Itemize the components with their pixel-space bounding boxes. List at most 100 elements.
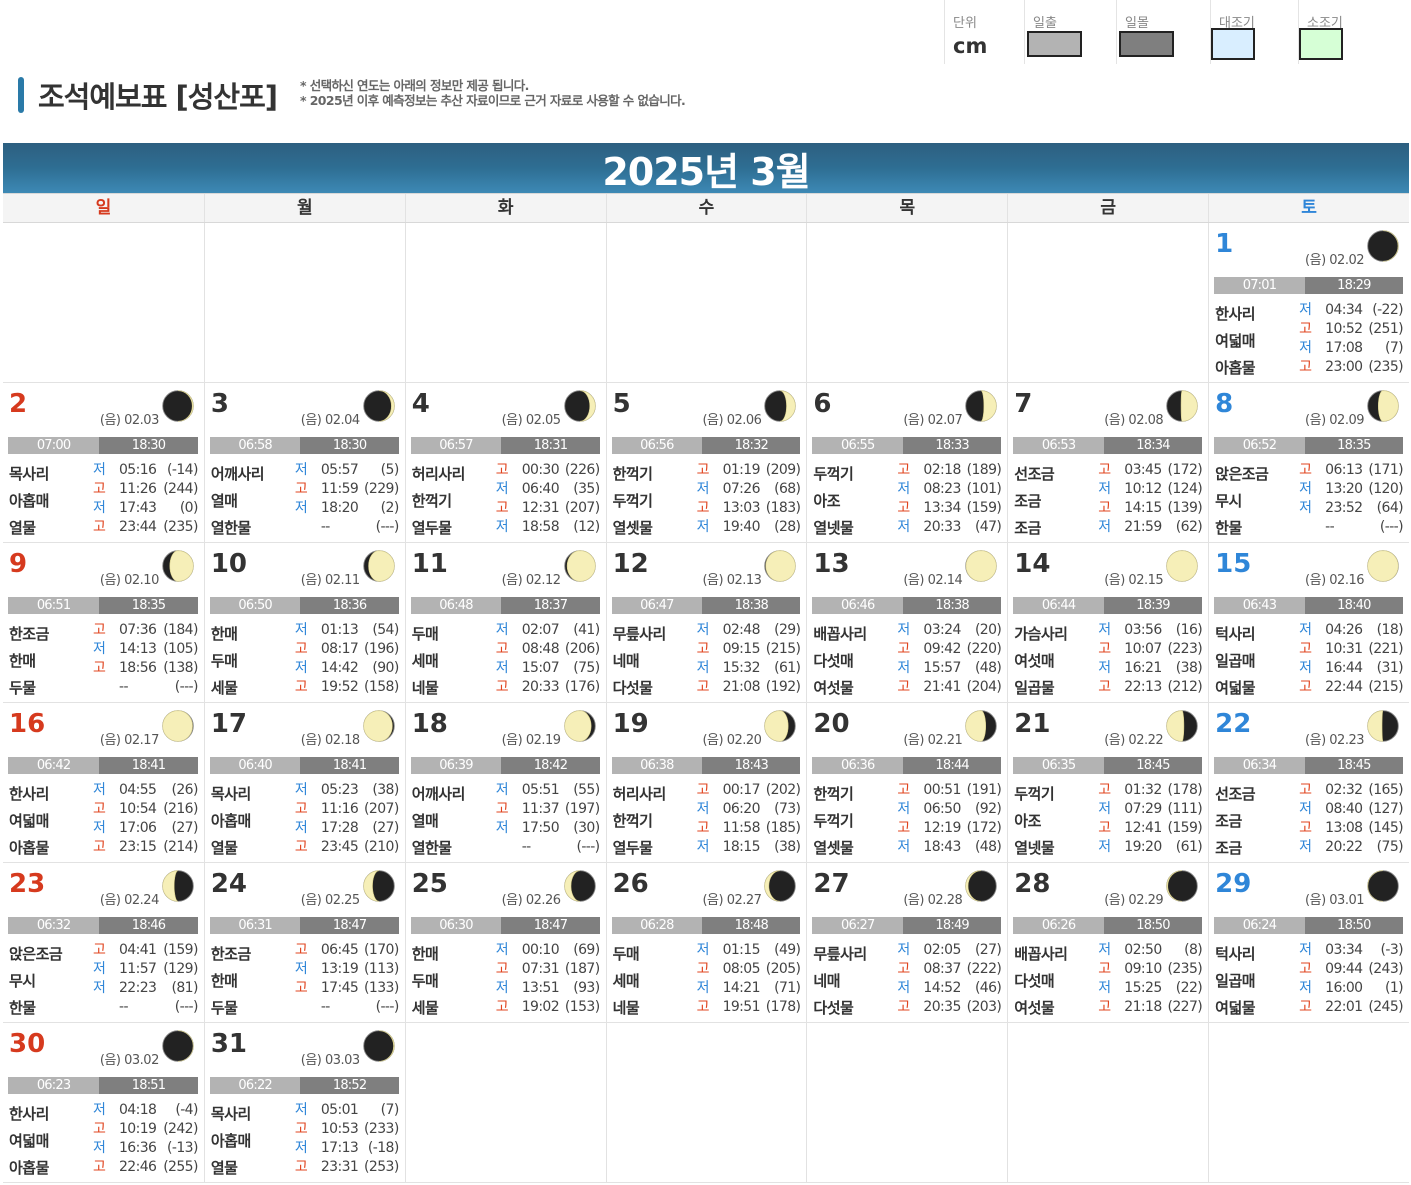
day-cell[interactable]: 11 (음) 02.12 06:48 18:37 두매 세매 네물 저 02:07 (41) 고 08… (404, 543, 606, 703)
tide-height: (176) (564, 679, 600, 695)
tide-table: 고 00:30 (226) 저 06:40 (35) 고 12:31 (207) 저 18:58 (1… (496, 461, 600, 537)
tide-type: 저 (696, 839, 710, 855)
day-cell[interactable]: 20 (음) 02.21 06:36 18:44 한꺽기 두꺽기 열셋물 고 00:51 (191… (806, 703, 1008, 863)
day-cell[interactable]: 17 (음) 02.18 06:40 18:41 목사리 아홉매 열물 저 05:23 (38) 고… (203, 703, 405, 863)
tide-height: (223) (1167, 641, 1203, 657)
day-number: 4 (411, 389, 430, 419)
day-cell[interactable]: 28 (음) 02.29 06:26 18:50 배꼽사리 다섯매 여섯물 저 02:50 (8)… (1007, 863, 1209, 1023)
day-cell[interactable]: 6 (음) 02.07 06:55 18:33 두꺽기 아조 열넷물 고 02:18 (189) 저… (806, 383, 1008, 543)
tide-height: (---) (174, 999, 199, 1015)
day-cell[interactable]: 24 (음) 02.25 06:31 18:47 한조금 한매 두물 고 06:45 (170) 저… (203, 863, 405, 1023)
tide-type: 고 (1299, 999, 1312, 1015)
sun-times-bar: 06:58 18:30 (209, 437, 399, 454)
tide-type: 고 (93, 622, 106, 638)
day-cell[interactable]: 27 (음) 02.28 06:27 18:49 무릎사리 네매 다섯물 저 02:05 (27)… (806, 863, 1008, 1023)
tide-type: 저 (93, 641, 106, 657)
tide-row: 저 14:21 (71) (697, 979, 801, 998)
day-number: 13 (813, 549, 850, 579)
tide-time: 11:37 (521, 801, 560, 817)
day-cell[interactable]: 4 (음) 02.05 06:57 18:31 허리사리 한꺽기 열두물 고 00:30 (226… (404, 383, 606, 543)
day-cell[interactable]: 7 (음) 02.08 06:53 18:34 선조금 조금 조금 고 03:45 (172) 저 1… (1007, 383, 1209, 543)
sun-times-bar: 06:30 18:47 (410, 917, 600, 934)
tide-time: 23:44 (119, 519, 157, 535)
tide-table: 저 04:26 (18) 고 10:31 (221) 저 16:44 (31) 고 22:44 (21… (1299, 621, 1403, 697)
tide-height: (251) (1368, 321, 1403, 337)
tide-names: 한매 두매 세물 (211, 621, 293, 697)
tide-row: 고 09:10 (235) (1098, 960, 1202, 979)
day-cell[interactable]: 26 (음) 02.27 06:28 18:48 두매 세매 네물 저 01:15 (49) 고 08… (605, 863, 807, 1023)
day-cell[interactable]: 21 (음) 02.22 06:35 18:45 두꺽기 아조 열넷물 고 01:32 (178)… (1007, 703, 1209, 863)
lunar-date: (음) 02.14 (903, 573, 963, 588)
day-cell[interactable]: 10 (음) 02.11 06:50 18:36 한매 두매 세물 저 01:13 (54) 고 08… (203, 543, 405, 703)
tide-name-label: 두물 (210, 999, 238, 1017)
tide-row: 저 13:19 (113) (295, 960, 399, 979)
legend-spring-swatch (1211, 28, 1255, 60)
lunar-date: (음) 02.02 (1305, 253, 1364, 268)
day-cell[interactable]: 8 (음) 02.09 06:52 18:35 앉은조금 무시 한물 고 06:13 (171) 저… (1208, 383, 1409, 543)
day-cell[interactable]: 1 (음) 02.02 07:01 18:29 한사리 여덟매 아홉물 저 04:34 (-22)… (1208, 223, 1409, 383)
sunrise-time: 06:22 (209, 1077, 301, 1094)
day-cell[interactable]: 30 (음) 03.02 06:23 18:51 한사리 여덟매 아홉물 저 04:18 (-4)… (3, 1023, 204, 1183)
tide-row: 저 05:57 (5) (295, 461, 399, 480)
day-cell[interactable]: 16 (음) 02.17 06:42 18:41 한사리 여덟매 아홉물 저 04:55 (26)… (3, 703, 204, 863)
day-cell[interactable]: 25 (음) 02.26 06:30 18:47 한매 두매 세물 저 00:10 (69) 고 07… (404, 863, 606, 1023)
tide-type: 고 (696, 820, 710, 836)
tide-type: 고 (294, 679, 308, 695)
sun-times-bar: 06:56 18:32 (611, 437, 801, 454)
day-cell[interactable]: 15 (음) 02.16 06:43 18:40 턱사리 일곱매 여덟물 저 04:26 (18)… (1208, 543, 1409, 703)
day-cell[interactable]: 2 (음) 02.03 07:00 18:30 목사리 아홉매 열물 저 05:16 (-14) 고… (3, 383, 204, 543)
sun-times-bar: 06:46 18:38 (812, 597, 1002, 614)
tide-row: 고 23:00 (235) (1299, 358, 1403, 377)
day-number: 17 (210, 709, 248, 739)
tide-time: 07:36 (119, 622, 157, 638)
day-cell[interactable]: 22 (음) 02.23 06:34 18:45 선조금 조금 조금 고 02:32 (165) 저… (1208, 703, 1409, 863)
day-cell[interactable]: 13 (음) 02.14 06:46 18:38 배꼽사리 다섯매 여섯물 저 03:24 (20… (806, 543, 1008, 703)
tide-height: (-14) (167, 462, 198, 478)
day-cell[interactable]: 14 (음) 02.15 06:44 18:39 가슴사리 여섯매 일곱물 저 03:56 (16… (1007, 543, 1209, 703)
tide-time: 23:45 (320, 839, 359, 855)
tide-name-label: 한조금 (210, 945, 251, 963)
day-cell[interactable]: 23 (음) 02.24 06:32 18:46 앉은조금 무시 한물 고 04:41 (159)… (3, 863, 204, 1023)
tide-height: (75) (573, 660, 600, 676)
day-cell[interactable]: 19 (음) 02.20 06:38 18:43 허리사리 한꺽기 열두물 고 00:17 (20… (605, 703, 807, 863)
tide-row: 고 10:54 (216) (93, 800, 198, 819)
moon-phase-icon (563, 710, 596, 742)
tide-time: 04:41 (119, 942, 157, 958)
tide-name-label: 세매 (411, 652, 439, 670)
day-cell[interactable]: 31 (음) 03.03 06:22 18:52 목사리 아홉매 열물 저 05:01 (7) 고 1… (203, 1023, 405, 1183)
tide-height: (61) (774, 660, 801, 676)
day-cell[interactable]: 3 (음) 02.04 06:58 18:30 어깨사리 열매 열한물 저 05:57 (5) 고 1… (203, 383, 405, 543)
tide-row: 고 11:37 (197) (496, 800, 600, 819)
tide-names: 한꺽기 두꺽기 열셋물 (613, 461, 695, 537)
day-cell[interactable]: 12 (음) 02.13 06:47 18:38 무릎사리 네매 다섯물 저 02:48 (29)… (605, 543, 807, 703)
tide-type: 고 (1299, 462, 1312, 478)
tide-type: 고 (897, 782, 910, 798)
tide-height: (27) (974, 942, 1002, 958)
tide-time: 11:26 (119, 481, 157, 497)
tide-row: 고 10:19 (242) (93, 1120, 198, 1139)
sun-times-bar: 06:55 18:33 (812, 437, 1002, 454)
sun-times-bar: 06:27 18:49 (812, 917, 1002, 934)
tide-type: 고 (696, 999, 710, 1015)
tide-row: 고 10:52 (251) (1299, 320, 1403, 339)
tide-type: 고 (93, 1159, 106, 1175)
day-cell[interactable]: 29 (음) 03.01 06:24 18:50 턱사리 일곱매 여덟물 저 03:34 (-3)… (1208, 863, 1409, 1023)
sun-times-bar: 07:01 18:29 (1214, 277, 1403, 294)
tide-name-label: 조금 (1215, 839, 1242, 857)
legend-sunset: 일몰 (1116, 0, 1210, 64)
tide-type: 고 (1299, 359, 1312, 375)
day-cell[interactable]: 9 (음) 02.10 06:51 18:35 한조금 한매 두물 고 07:36 (184) 저 1… (3, 543, 204, 703)
sun-times-bar: 06:50 18:36 (209, 597, 399, 614)
day-cell[interactable]: 5 (음) 02.06 06:56 18:32 한꺽기 두꺽기 열셋물 고 01:19 (209)… (605, 383, 807, 543)
tide-row: 고 00:51 (191) (897, 781, 1001, 800)
tide-time: 12:41 (1124, 820, 1162, 836)
day-cell[interactable]: 18 (음) 02.19 06:39 18:42 어깨사리 열매 열한물 저 05:51 (55)… (404, 703, 606, 863)
sun-times-bar: 06:36 18:44 (812, 757, 1002, 774)
empty-day-cell (1208, 1023, 1409, 1183)
tide-names: 한조금 한매 두물 (211, 941, 293, 1017)
legend-sunrise-swatch (1027, 31, 1082, 57)
tide-height: (235) (1167, 961, 1203, 977)
tide-height: (7) (380, 1102, 400, 1118)
tide-name-label: 무릎사리 (612, 625, 667, 643)
tide-name-label: 여덟매 (1215, 332, 1256, 350)
